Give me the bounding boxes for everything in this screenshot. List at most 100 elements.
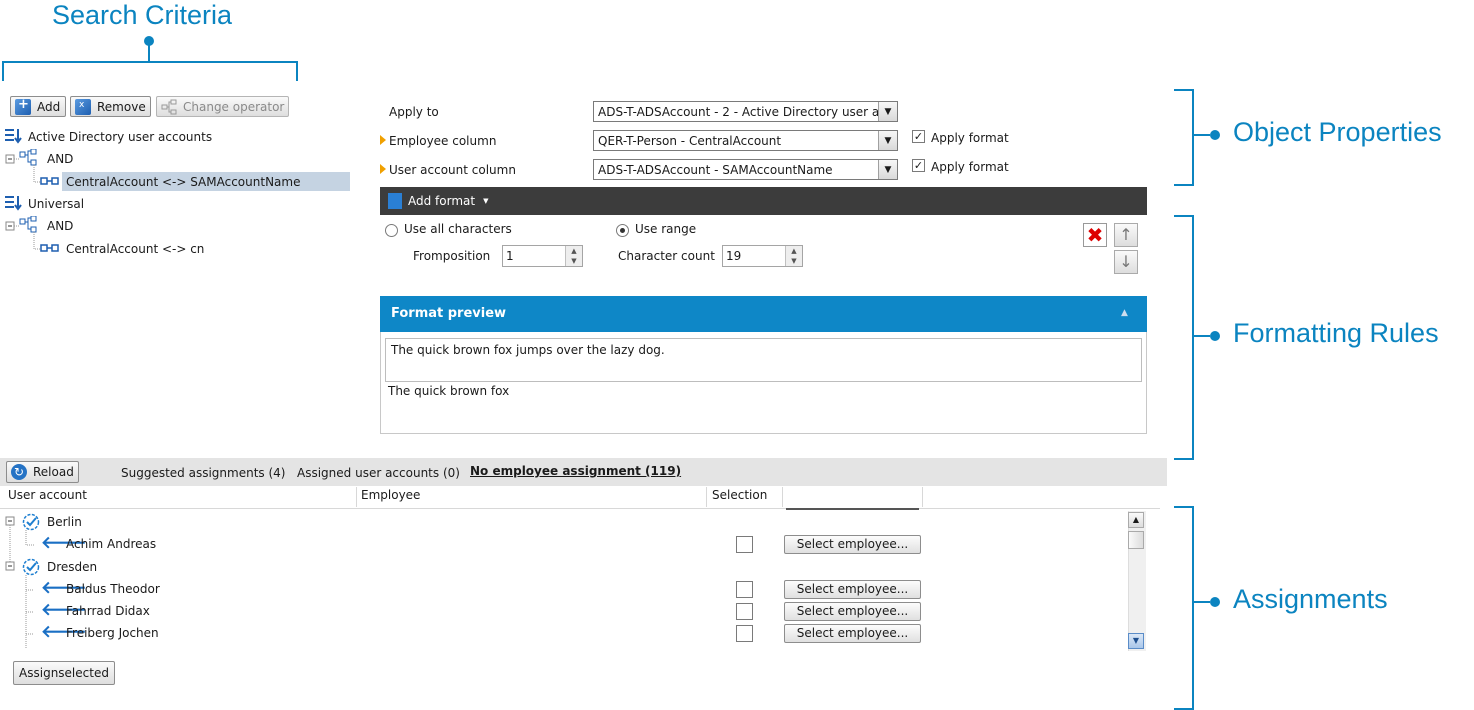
preview-output: The quick brown fox <box>388 384 510 398</box>
tree-connector-lines <box>5 149 40 183</box>
move-up-icon[interactable]: ↑ <box>1114 223 1138 247</box>
select-employee-button-1[interactable]: Select employee... <box>784 535 921 554</box>
partial-button-edge <box>786 508 919 510</box>
chevron-down-icon: ▼ <box>878 160 897 179</box>
remove-icon: x <box>75 98 91 115</box>
remove-button-label: Remove <box>97 99 146 114</box>
remove-button[interactable]: x Remove <box>70 96 151 117</box>
from-position-input[interactable]: 1 ▲ ▼ <box>502 245 583 267</box>
change-operator-button[interactable]: Change operator <box>156 96 289 117</box>
tree-operator-and-2[interactable]: AND <box>47 219 73 233</box>
list-group-icon <box>5 196 22 211</box>
callout-dot <box>1210 331 1220 341</box>
selection-checkbox-2[interactable] <box>736 581 753 598</box>
callout-dot <box>1210 130 1220 140</box>
tree-operator-and-1[interactable]: AND <box>47 152 73 166</box>
apply-to-select[interactable]: ADS-T-ADSAccount - 2 - Active Directory … <box>593 101 898 122</box>
col-divider <box>782 487 783 507</box>
operator-icon <box>161 99 177 115</box>
user-account-column-select[interactable]: ADS-T-ADSAccount - SAMAccountName ▼ <box>593 159 898 180</box>
format-preview-title: Format preview <box>391 306 507 321</box>
tree-group-universal[interactable]: Universal <box>28 197 84 211</box>
row-user-freiberg-jochen[interactable]: Freiberg Jochen <box>66 626 159 640</box>
chevron-down-icon: ▼ <box>878 131 897 150</box>
required-marker-icon <box>380 164 386 174</box>
row-user-fahrrad-didax[interactable]: Fahrrad Didax <box>66 604 150 618</box>
user-account-column-label: User account column <box>389 163 516 177</box>
select-employee-button-3[interactable]: Select employee... <box>784 602 921 621</box>
callout-bracket-formatting-rules <box>1174 215 1194 460</box>
check-circle-icon <box>22 558 40 576</box>
add-format-label: Add format <box>408 194 476 208</box>
tree-condition-1[interactable]: CentralAccount <-> SAMAccountName <box>66 175 300 189</box>
add-button-label: Add <box>37 99 61 114</box>
apply-to-label: Apply to <box>389 105 439 119</box>
callout-bracket-object-properties <box>1174 89 1194 186</box>
col-header-selection[interactable]: Selection <box>712 488 767 502</box>
selection-checkbox-3[interactable] <box>736 603 753 620</box>
col-divider <box>922 487 923 507</box>
scroll-up-icon[interactable]: ▲ <box>1128 512 1144 528</box>
scroll-down-icon[interactable]: ▼ <box>1128 633 1144 649</box>
callout-search-criteria: Search Criteria <box>52 0 233 30</box>
use-all-characters-radio[interactable] <box>385 224 398 237</box>
add-format-button[interactable]: Add format ▼ <box>388 191 488 211</box>
add-icon: + <box>15 97 31 115</box>
select-employee-button-4[interactable]: Select employee... <box>784 624 921 643</box>
col-header-employee[interactable]: Employee <box>361 488 420 502</box>
callout-line <box>148 42 150 62</box>
preview-input-field[interactable]: The quick brown fox jumps over the lazy … <box>385 338 1142 382</box>
tree-connector-lines <box>5 216 40 250</box>
required-marker-icon <box>380 135 386 145</box>
use-range-label: Use range <box>635 222 697 236</box>
tree-group-ad-accounts[interactable]: Active Directory user accounts <box>28 130 212 144</box>
add-button[interactable]: + Add <box>10 96 66 117</box>
tab-assigned-user-accounts[interactable]: Assigned user accounts (0) <box>297 466 460 480</box>
apply-format-checkbox-1[interactable]: ✓ <box>912 130 925 143</box>
character-count-value: 19 <box>726 249 742 263</box>
employee-column-value: QER-T-Person - CentralAccount <box>598 133 782 148</box>
tab-no-employee-assignment[interactable]: No employee assignment (119) <box>470 464 681 478</box>
spinner-icon[interactable]: ▲ ▼ <box>785 246 802 266</box>
from-position-label: Fromposition <box>413 249 491 263</box>
chevron-down-icon: ▼ <box>878 102 897 121</box>
reload-button[interactable]: ↻ Reload <box>6 461 79 483</box>
employee-column-label: Employee column <box>389 134 497 148</box>
add-format-icon <box>388 193 402 209</box>
select-employee-button-2[interactable]: Select employee... <box>784 580 921 599</box>
callout-assignments: Assignments <box>1233 584 1388 614</box>
group-berlin[interactable]: Berlin <box>47 515 82 529</box>
spinner-icon[interactable]: ▲ ▼ <box>565 246 582 266</box>
collapse-icon[interactable]: ▲ <box>1121 308 1128 318</box>
use-all-characters-label: Use all characters <box>404 222 512 236</box>
check-circle-icon <box>22 513 40 531</box>
callout-bracket-search <box>2 61 298 81</box>
selection-checkbox-4[interactable] <box>736 625 753 642</box>
col-divider <box>706 487 707 507</box>
scroll-thumb[interactable] <box>1128 531 1144 549</box>
callout-line <box>1194 601 1210 603</box>
col-header-user-account[interactable]: User account <box>8 488 87 502</box>
grid-tree-lines <box>5 516 34 652</box>
use-range-radio[interactable] <box>616 224 629 237</box>
apply-to-value: ADS-T-ADSAccount - 2 - Active Directory … <box>598 104 878 119</box>
selection-checkbox-1[interactable] <box>736 536 753 553</box>
tree-condition-2[interactable]: CentralAccount <-> cn <box>66 242 204 256</box>
assign-selected-button[interactable]: Assignselected <box>13 661 115 685</box>
move-down-icon[interactable]: ↓ <box>1114 250 1138 274</box>
character-count-input[interactable]: 19 ▲ ▼ <box>722 245 803 267</box>
group-dresden[interactable]: Dresden <box>47 560 97 574</box>
reload-label: Reload <box>33 465 74 479</box>
callout-bracket-assignments <box>1174 506 1194 710</box>
apply-format-checkbox-2[interactable]: ✓ <box>912 159 925 172</box>
delete-icon[interactable]: ✖ <box>1083 223 1107 247</box>
callout-object-properties: Object Properties <box>1233 117 1442 147</box>
callout-line <box>1194 134 1210 136</box>
tab-suggested-assignments[interactable]: Suggested assignments (4) <box>121 466 285 480</box>
employee-column-select[interactable]: QER-T-Person - CentralAccount ▼ <box>593 130 898 151</box>
row-user-baldus-theodor[interactable]: Baldus Theodor <box>66 582 160 596</box>
from-position-value: 1 <box>506 249 514 263</box>
list-group-icon <box>5 129 22 144</box>
row-user-achim-andreas[interactable]: Achim Andreas <box>66 537 156 551</box>
grid-header <box>0 486 1160 509</box>
